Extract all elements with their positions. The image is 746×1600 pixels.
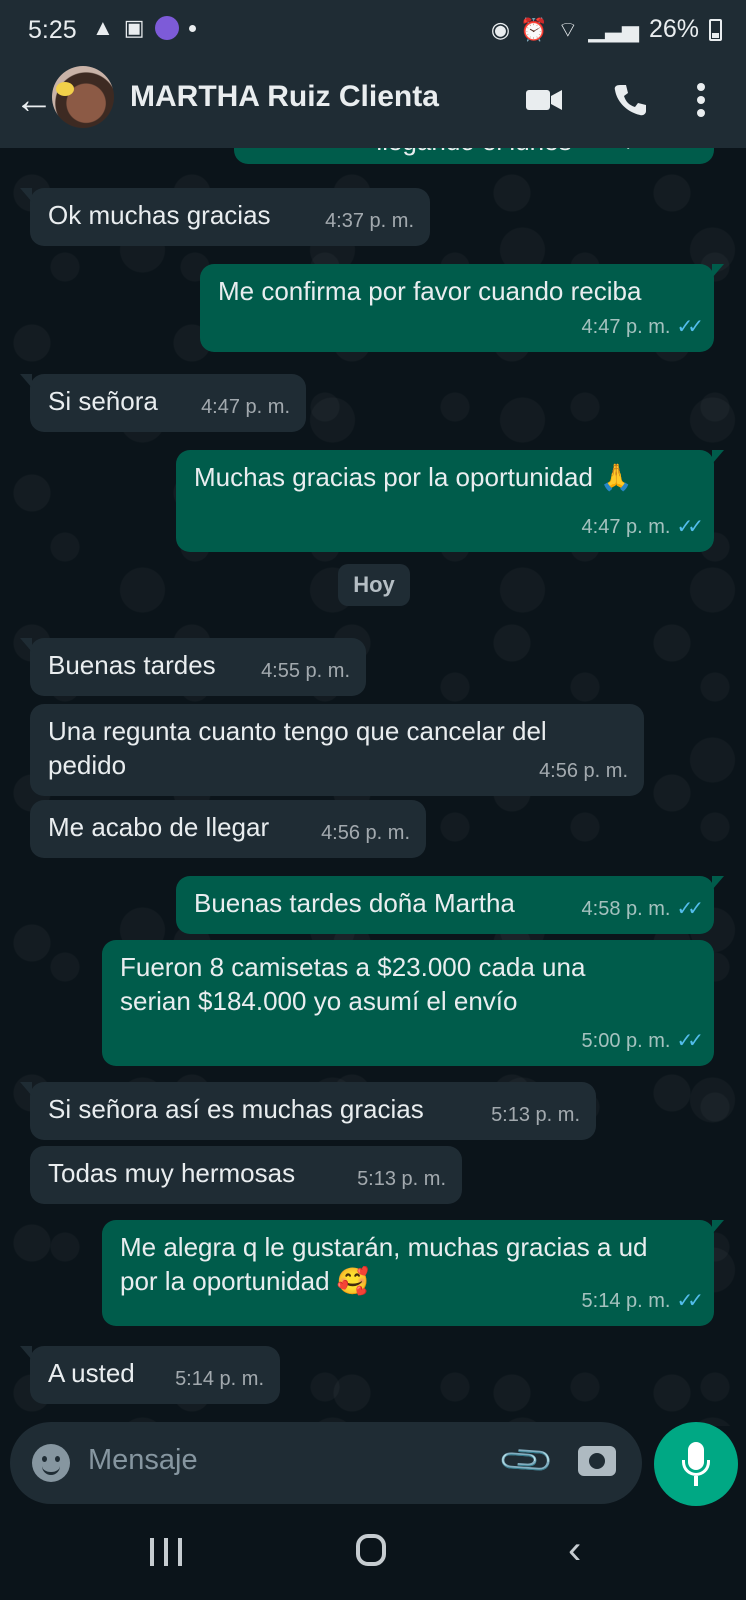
- message-time: 5:13 p. m.: [357, 1168, 446, 1190]
- emoji-icon[interactable]: [32, 1444, 70, 1482]
- read-ticks-icon: ✓✓: [676, 898, 703, 920]
- message-time: 4:47 p. m.: [581, 316, 671, 338]
- read-ticks-icon: ✓✓: [676, 516, 703, 538]
- read-ticks-icon: ✓✓: [676, 148, 703, 156]
- message-outgoing[interactable]: llegando el lunes 4:32 p. m.✓✓: [234, 148, 714, 164]
- chat-header: ← MARTHA Ruiz Clienta: [0, 58, 746, 148]
- read-ticks-icon: ✓✓: [676, 316, 703, 338]
- signal-icon: ▁▃▅: [588, 16, 639, 42]
- phone-icon[interactable]: [612, 82, 648, 118]
- mic-icon-stem: [694, 1476, 698, 1486]
- message-time: 5:13 p. m.: [491, 1104, 580, 1126]
- read-ticks-icon: ✓✓: [676, 1290, 703, 1312]
- camera-icon[interactable]: [578, 1446, 616, 1476]
- recent-apps-icon[interactable]: [150, 1538, 182, 1566]
- attach-icon[interactable]: 📎: [496, 1430, 557, 1491]
- notification-dot-icon: [188, 24, 196, 32]
- message-outgoing[interactable]: Buenas tardes doña Martha 4:58 p. m. ✓✓: [176, 876, 724, 934]
- message-meta: 5:14 p. m. ✓✓: [581, 1284, 704, 1318]
- message-text: Me alegra q le gustarán, muchas gracias …: [120, 1232, 648, 1296]
- message-meta: 4:47 p. m. ✓✓: [581, 510, 704, 544]
- alert-icon: ▲: [92, 15, 114, 40]
- battery-percent: 26%: [648, 15, 699, 43]
- message-text: Fueron 8 camisetas a $23.000 cada una se…: [120, 952, 586, 1016]
- date-divider: Hoy: [338, 564, 410, 606]
- status-time: 5:25: [28, 16, 77, 44]
- message-composer[interactable]: Mensaje 📎: [10, 1422, 642, 1504]
- message-incoming[interactable]: Una regunta cuanto tengo que cancelar de…: [30, 704, 644, 796]
- message-time: 4:32 p. m.: [582, 148, 671, 156]
- message-time: 4:58 p. m.: [581, 898, 671, 920]
- message-incoming[interactable]: Me acabo de llegar 4:56 p. m.: [30, 800, 426, 858]
- status-right-icons: ◉ ⏰ ⌔ ▁▃▅ 26%: [491, 15, 722, 44]
- message-incoming[interactable]: Si señora así es muchas gracias 5:13 p. …: [20, 1082, 596, 1140]
- message-time: 5:14 p. m.: [581, 1290, 671, 1312]
- message-text: Me confirma por favor cuando reciba: [218, 276, 642, 306]
- video-call-icon[interactable]: [524, 82, 564, 116]
- nav-back-icon[interactable]: ‹: [568, 1530, 581, 1570]
- message-time: 4:37 p. m.: [325, 210, 414, 232]
- message-time: 4:47 p. m.: [201, 396, 290, 418]
- status-bar: 5:25 ▲ ▣ ◉ ⏰ ⌔ ▁▃▅ 26%: [0, 0, 746, 58]
- pray-emoji: 🙏: [600, 462, 633, 492]
- system-nav-bar: ‹: [0, 1508, 746, 1600]
- more-vert-icon[interactable]: [696, 82, 706, 118]
- smiling-hearts-emoji: 🥰: [336, 1266, 370, 1296]
- message-outgoing[interactable]: Me confirma por favor cuando reciba 4:47…: [200, 264, 724, 352]
- message-incoming[interactable]: Buenas tardes 4:55 p. m.: [20, 638, 366, 696]
- alarm-icon: ⏰: [520, 16, 548, 42]
- avatar[interactable]: [52, 66, 114, 128]
- message-time: 4:55 p. m.: [261, 660, 350, 682]
- wifi-icon: ⌔: [557, 16, 579, 42]
- message-meta: 4:32 p. m. ✓✓: [582, 148, 704, 156]
- message-time: 5:14 p. m.: [175, 1368, 264, 1390]
- message-outgoing[interactable]: Muchas gracias por la oportunidad 🙏 4:47…: [176, 450, 724, 552]
- message-text-row: Muchas gracias por la oportunidad 🙏: [194, 460, 696, 494]
- data-saver-icon: ◉: [490, 16, 511, 42]
- message-meta: 4:47 p. m. ✓✓: [581, 310, 704, 344]
- message-text: Muchas gracias por la oportunidad: [194, 462, 593, 492]
- message-input[interactable]: Mensaje: [88, 1444, 198, 1477]
- read-ticks-icon: ✓✓: [676, 1030, 703, 1052]
- avatar-sticker: [56, 82, 74, 96]
- message-list[interactable]: llegando el lunes 4:32 p. m.✓✓ Ok muchas…: [0, 148, 746, 1426]
- message-incoming[interactable]: Si señora 4:47 p. m.: [20, 374, 306, 432]
- message-meta: 4:58 p. m. ✓✓: [581, 892, 704, 926]
- mic-button[interactable]: [654, 1422, 738, 1506]
- app-badge-icon: [154, 16, 179, 40]
- image-icon: ▣: [123, 15, 145, 40]
- message-time: 4:56 p. m.: [321, 822, 410, 844]
- message-outgoing[interactable]: Me alegra q le gustarán, muchas gracias …: [102, 1220, 724, 1326]
- back-arrow-icon[interactable]: ←: [14, 78, 54, 122]
- message-incoming[interactable]: Ok muchas gracias 4:37 p. m.: [20, 188, 430, 246]
- contact-name[interactable]: MARTHA Ruiz Clienta: [130, 80, 439, 114]
- home-icon[interactable]: [356, 1534, 386, 1566]
- message-time: 5:00 p. m.: [581, 1030, 671, 1052]
- message-outgoing[interactable]: Fueron 8 camisetas a $23.000 cada una se…: [102, 940, 714, 1066]
- mic-icon-stand: [682, 1460, 710, 1476]
- message-meta: 5:00 p. m. ✓✓: [581, 1024, 704, 1058]
- status-left-icons: ▲ ▣: [92, 15, 196, 41]
- message-incoming[interactable]: A usted 5:14 p. m.: [20, 1346, 280, 1404]
- message-time: 4:56 p. m.: [539, 760, 628, 782]
- message-time: 4:47 p. m.: [581, 516, 671, 538]
- battery-icon: [709, 18, 722, 41]
- message-incoming[interactable]: Todas muy hermosas 5:13 p. m.: [30, 1146, 462, 1204]
